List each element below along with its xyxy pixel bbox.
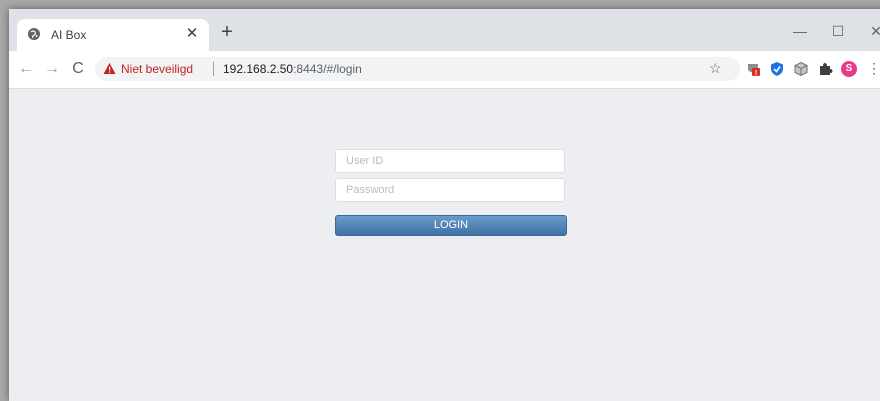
- reload-button[interactable]: C: [69, 60, 87, 78]
- close-tab-icon[interactable]: ✕: [183, 25, 201, 43]
- close-window-button[interactable]: ✕: [865, 21, 880, 43]
- url-host: 192.168.2.50: [223, 62, 294, 76]
- maximize-button[interactable]: ☐: [827, 21, 849, 43]
- shield-icon[interactable]: [769, 61, 785, 77]
- title-bar: AI Box ✕ + — ☐ ✕: [9, 9, 880, 51]
- bookmark-star-icon[interactable]: ☆: [709, 59, 722, 77]
- url-path: :8443/#/login: [293, 62, 362, 76]
- extension-badge: !: [755, 70, 757, 77]
- profile-avatar[interactable]: S: [841, 61, 857, 77]
- ublock-icon[interactable]: !: [745, 61, 761, 77]
- login-button[interactable]: LOGIN: [335, 215, 567, 236]
- menu-icon[interactable]: ⋮: [867, 59, 880, 77]
- new-tab-button[interactable]: +: [217, 22, 237, 43]
- user-id-input[interactable]: [335, 149, 565, 173]
- forward-button[interactable]: →: [43, 60, 61, 78]
- security-status[interactable]: Niet beveiligd: [121, 62, 193, 76]
- browser-toolbar: ← → C Niet beveiligd 192.168.2.50:8443/#…: [9, 51, 880, 89]
- puzzle-icon[interactable]: [817, 61, 833, 77]
- browser-window: AI Box ✕ + — ☐ ✕ ← → C Niet beveiligd 19…: [9, 9, 880, 401]
- page-content: LOGIN: [9, 89, 880, 401]
- warning-icon: [103, 63, 116, 74]
- browser-tab[interactable]: AI Box ✕: [17, 19, 209, 51]
- separator: [213, 62, 214, 76]
- url-text[interactable]: 192.168.2.50:8443/#/login: [223, 62, 362, 76]
- globe-icon: [28, 28, 40, 40]
- tab-title: AI Box: [51, 28, 87, 42]
- cube-icon[interactable]: [793, 61, 809, 77]
- password-input[interactable]: [335, 178, 565, 202]
- back-button[interactable]: ←: [17, 60, 35, 78]
- minimize-button[interactable]: —: [789, 21, 811, 43]
- address-bar[interactable]: Niet beveiligd 192.168.2.50:8443/#/login: [95, 57, 740, 81]
